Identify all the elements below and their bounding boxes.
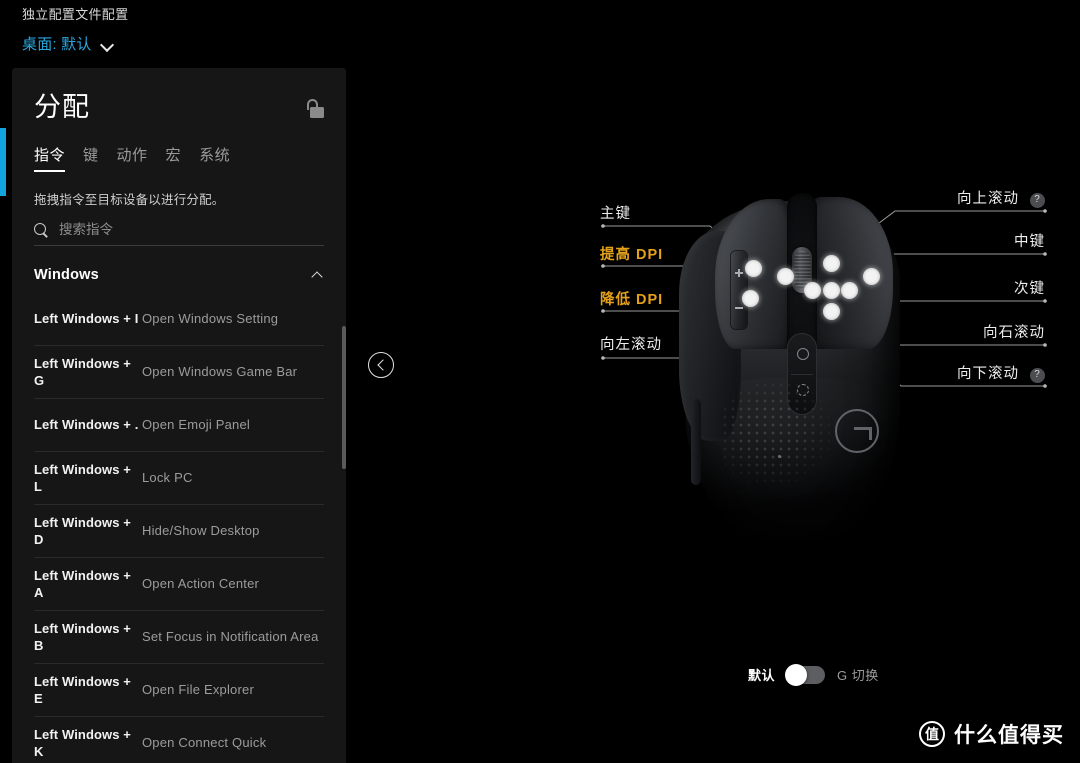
- assignment-panel: 分配 指令 键 动作 宏 系统 拖拽指令至目标设备以进行分配。 Windows …: [12, 68, 346, 763]
- tab-system[interactable]: 系统: [199, 144, 230, 172]
- tab-commands[interactable]: 指令: [34, 144, 66, 172]
- group-header-windows[interactable]: Windows: [34, 267, 324, 292]
- command-description: Open Windows Setting: [142, 310, 279, 326]
- command-keys: Left Windows + G: [34, 355, 131, 389]
- scrollbar-thumb[interactable]: [342, 326, 346, 469]
- chevron-down-icon: [101, 40, 114, 48]
- drag-hint-text: 拖拽指令至目标设备以进行分配。: [34, 193, 225, 207]
- watermark-text: 什么值得买: [954, 724, 1064, 747]
- watermark-badge-icon: 值: [919, 721, 945, 747]
- logitech-g-logo-icon: [835, 409, 879, 453]
- command-keys: Left Windows + L: [34, 461, 131, 495]
- toggle-knob: [785, 663, 808, 686]
- label-scroll-left: 向左滚动: [600, 337, 662, 353]
- toggle-label-default: 默认: [748, 668, 776, 683]
- search-input[interactable]: [59, 222, 324, 237]
- minus-icon: [735, 307, 743, 309]
- list-item[interactable]: Left Windows + . Open Emoji Panel: [34, 398, 324, 451]
- profile-caption: 独立配置文件配置: [22, 7, 129, 22]
- hotspot-primary[interactable]: [777, 268, 794, 285]
- command-keys: Left Windows + B: [34, 620, 131, 654]
- label-scroll-down-wrap: 向下滚动 ?: [957, 365, 1045, 383]
- page-title: 分配: [34, 92, 90, 122]
- hotspot-scroll-up[interactable]: [823, 255, 840, 272]
- unlock-icon[interactable]: [306, 99, 324, 119]
- help-icon-scroll-up[interactable]: ?: [1030, 192, 1045, 208]
- label-secondary-button: 次键: [1014, 281, 1045, 297]
- command-description: Hide/Show Desktop: [142, 523, 260, 539]
- lock-body: [310, 107, 324, 118]
- list-item[interactable]: Left Windows + E Open File Explorer: [34, 663, 324, 716]
- list-item[interactable]: Left Windows + D Hide/Show Desktop: [34, 504, 324, 557]
- label-scroll-right: 向石滚动: [983, 325, 1045, 341]
- hotspot-scroll-left[interactable]: [804, 282, 821, 299]
- command-description: Open File Explorer: [142, 682, 254, 698]
- command-keys: Left Windows + E: [34, 673, 131, 707]
- hotspot-scroll-right[interactable]: [841, 282, 858, 299]
- device-stage: 主键 提高 DPI 降低 DPI 向左滚动 向上滚动 ? 中键 次键 向石滚动 …: [420, 0, 1080, 763]
- list-item[interactable]: Left Windows + G Open Windows Game Bar: [34, 345, 324, 398]
- list-item[interactable]: Left Windows + L Lock PC: [34, 451, 324, 504]
- tab-actions[interactable]: 动作: [117, 144, 148, 172]
- collapse-panel-button[interactable]: [368, 352, 394, 378]
- hotspot-scroll-down[interactable]: [823, 303, 840, 320]
- search-icon: [34, 222, 48, 237]
- mouse-button-divider: [791, 374, 813, 375]
- label-scroll-up: 向上滚动: [956, 191, 1019, 207]
- help-icon-scroll-down[interactable]: ?: [1030, 367, 1045, 383]
- tab-keys[interactable]: 键: [83, 144, 99, 172]
- label-dpi-up: 提高 DPI: [600, 247, 664, 263]
- hotspot-dpi-down[interactable]: [742, 290, 759, 307]
- command-keys: Left Windows + K: [34, 726, 131, 760]
- mouse-dpi-rocker: [731, 251, 747, 329]
- mouse-illustration: [675, 185, 915, 545]
- watermark: 值 什么值得买: [919, 719, 1064, 749]
- left-accent-bar: [0, 128, 6, 196]
- list-item[interactable]: Left Windows + A Open Action Center: [34, 557, 324, 610]
- gshift-toggle-switch[interactable]: [785, 663, 826, 686]
- search-field[interactable]: [34, 222, 324, 246]
- command-keys: Left Windows + A: [34, 567, 131, 601]
- mouse-status-led: [778, 455, 781, 458]
- mouse-palm-texture: [721, 381, 841, 501]
- command-description: Open Emoji Panel: [142, 417, 250, 433]
- toggle-label-gshift: G 切换: [837, 668, 879, 683]
- command-description: Set Focus in Notification Area: [142, 629, 319, 645]
- command-description: Open Windows Game Bar: [142, 364, 298, 380]
- command-description: Lock PC: [142, 470, 193, 486]
- profile-header: 独立配置文件配置 桌面: 默认: [22, 6, 362, 54]
- chevron-up-icon[interactable]: [312, 271, 324, 279]
- plus-icon: [735, 269, 743, 276]
- desktop-profile-selector[interactable]: 桌面: 默认: [22, 33, 362, 54]
- panel-header: 分配: [12, 68, 346, 124]
- desktop-profile-label: 桌面: 默认: [22, 36, 92, 53]
- list-item[interactable]: Left Windows + K Open Connect Quick: [34, 716, 324, 763]
- label-middle-button: 中键: [1014, 234, 1045, 250]
- app-root: 独立配置文件配置 桌面: 默认 分配 指令 键 动作 宏 系统 拖拽指令至目标设…: [0, 0, 1080, 763]
- command-keys: Left Windows + .: [34, 417, 139, 433]
- list-item[interactable]: Left Windows + I Open Windows Setting: [34, 292, 324, 345]
- command-keys: Left Windows + D: [34, 514, 131, 548]
- label-scroll-down: 向下滚动: [956, 366, 1019, 382]
- mouse-side-grip: [691, 399, 701, 485]
- label-dpi-down: 降低 DPI: [600, 292, 664, 308]
- panel-tabs: 指令 键 动作 宏 系统: [34, 144, 346, 172]
- label-primary-button: 主键: [600, 206, 631, 222]
- tab-macros[interactable]: 宏: [166, 144, 182, 172]
- hotspot-secondary[interactable]: [863, 268, 880, 285]
- command-description: Open Connect Quick: [142, 735, 267, 751]
- hotspot-dpi-up[interactable]: [745, 260, 762, 277]
- mouse-profile-icon: [797, 348, 809, 360]
- group-title: Windows: [34, 267, 99, 283]
- list-scrollbar[interactable]: [342, 326, 346, 576]
- label-scroll-up-wrap: 向上滚动 ?: [957, 190, 1045, 208]
- hotspot-middle[interactable]: [823, 282, 840, 299]
- command-list: Left Windows + I Open Windows Setting Left…: [34, 292, 324, 763]
- command-keys: Left Windows + I: [34, 310, 139, 326]
- profile-mode-toggle: 默认 G 切换: [748, 663, 879, 686]
- command-description: Open Action Center: [142, 576, 260, 592]
- list-item[interactable]: Left Windows + B Set Focus in Notificatio…: [34, 610, 324, 663]
